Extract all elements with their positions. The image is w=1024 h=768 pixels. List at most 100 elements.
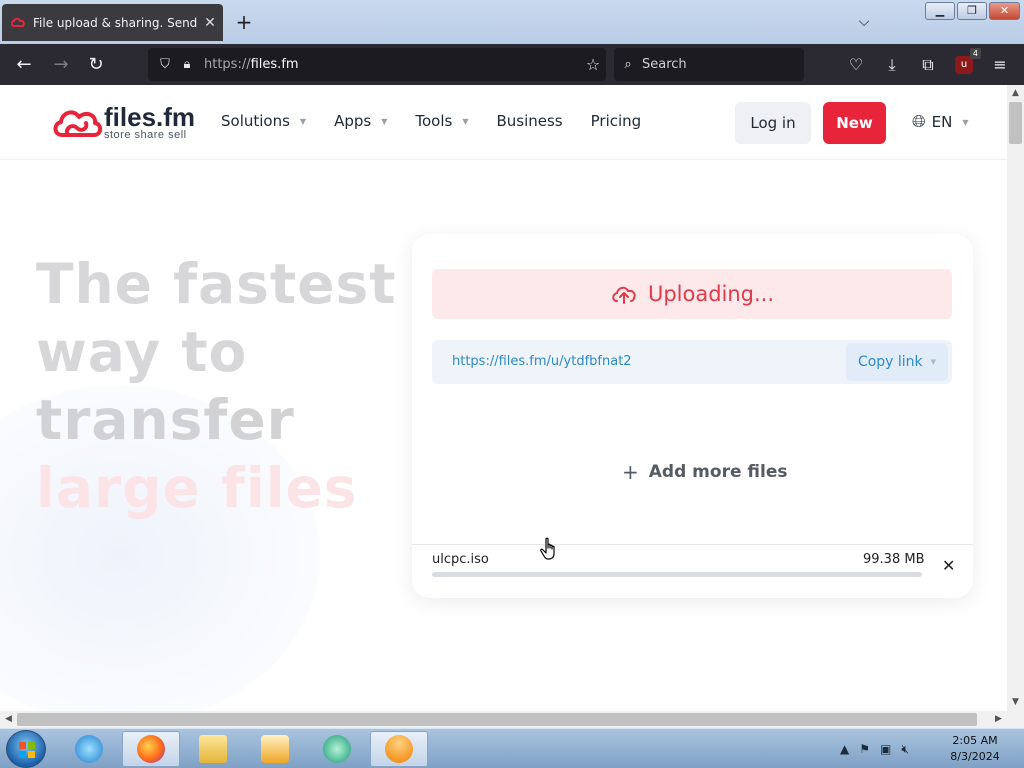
- upload-status-text: Uploading...: [647, 282, 775, 306]
- vertical-scroll-thumb[interactable]: [1009, 102, 1022, 144]
- media-player-icon: [261, 735, 289, 763]
- window-close-button[interactable]: ✕: [989, 2, 1020, 20]
- nav-label: Apps: [334, 112, 372, 130]
- scroll-right-arrow-icon[interactable]: ▶: [990, 711, 1007, 728]
- share-link-row: https://files.fm/u/ytdfbfnat2 Copy link …: [432, 340, 952, 384]
- green-app-icon: [323, 735, 351, 763]
- tab-close-icon[interactable]: ✕: [201, 15, 219, 31]
- page-viewport: files.fm store share sell Solutions ▼ App…: [0, 85, 1007, 711]
- share-link[interactable]: https://files.fm/u/ytdfbfnat2: [452, 354, 632, 369]
- scrollbar-corner: [1007, 711, 1024, 728]
- upload-progress-bar: [432, 572, 922, 577]
- nav-solutions[interactable]: Solutions ▼: [221, 112, 306, 130]
- browser-navigation-bar: ← → ↻ ⛉ 🔒︎ https://files.fm ☆ ⌕ ♡ ⤓ ⧉ u4…: [0, 44, 1024, 85]
- scroll-down-arrow-icon[interactable]: ▼: [1007, 694, 1024, 711]
- language-selector[interactable]: 🌐︎ EN ▼: [912, 112, 968, 132]
- file-list-divider: [412, 544, 973, 545]
- main-navigation: Solutions ▼ Apps ▼ Tools ▼ Business Pricing: [221, 112, 669, 130]
- nav-apps[interactable]: Apps ▼: [334, 112, 387, 130]
- restore-button[interactable]: ❐: [957, 2, 987, 20]
- caret-down-icon: ▼: [930, 358, 937, 366]
- horizontal-scrollbar[interactable]: ◀ ▶: [0, 711, 1007, 728]
- downloads-icon[interactable]: ⤓: [879, 52, 905, 78]
- globe-icon: 🌐︎: [912, 112, 926, 132]
- add-more-files-label: Add more files: [648, 462, 788, 482]
- new-button[interactable]: New: [823, 102, 886, 144]
- language-code: EN: [931, 113, 953, 131]
- volume-muted-icon[interactable]: 🔇︎: [901, 742, 909, 757]
- extensions-icon[interactable]: ⧉: [915, 52, 941, 78]
- plus-icon: +: [622, 460, 639, 484]
- hero-line-2: way to: [36, 320, 248, 384]
- url-text[interactable]: https://files.fm: [204, 57, 580, 72]
- nav-label: Tools: [415, 112, 453, 130]
- nav-tools[interactable]: Tools ▼: [415, 112, 468, 130]
- clock[interactable]: 2:05 AM 8/3/2024: [940, 733, 1010, 765]
- remove-file-close-icon[interactable]: ✕: [942, 556, 955, 575]
- horizontal-scroll-thumb[interactable]: [17, 713, 977, 726]
- caret-down-icon: ▼: [462, 116, 469, 126]
- url-protocol: https://: [204, 57, 251, 72]
- forward-arrow-icon[interactable]: →: [48, 52, 74, 78]
- taskbar-app[interactable]: [308, 731, 366, 767]
- site-header: files.fm store share sell Solutions ▼ App…: [0, 85, 1007, 160]
- browser-tab-strip: File upload & sharing. Send large files …: [0, 0, 1024, 44]
- site-logo[interactable]: files.fm store share sell: [52, 102, 196, 141]
- scroll-up-arrow-icon[interactable]: ▲: [1007, 85, 1024, 102]
- copy-link-button[interactable]: Copy link ▼: [846, 343, 948, 381]
- hero-line-3: transfer: [36, 388, 295, 452]
- show-hidden-icons-icon[interactable]: ▲: [840, 742, 849, 756]
- files-fm-cloud-logo-icon: [53, 110, 103, 137]
- upload-progress-fill: [432, 572, 922, 577]
- windows-logo-icon: [19, 742, 35, 758]
- back-arrow-icon[interactable]: ←: [11, 52, 37, 78]
- list-all-tabs-icon[interactable]: ⌵: [852, 10, 876, 34]
- ublock-badge-count: 4: [969, 48, 981, 59]
- hamburger-menu-icon[interactable]: ≡: [987, 52, 1013, 78]
- browser-tab-active[interactable]: File upload & sharing. Send large files …: [2, 4, 223, 41]
- address-bar[interactable]: ⛉ 🔒︎ https://files.fm ☆: [148, 48, 606, 81]
- firefox-icon: [137, 735, 165, 763]
- start-button[interactable]: [6, 730, 46, 768]
- search-icon: ⌕: [624, 57, 632, 72]
- window-controls: ▁ ❐ ✕: [925, 2, 1020, 20]
- nav-label: Pricing: [590, 112, 642, 130]
- taskbar-media-player[interactable]: [246, 731, 304, 767]
- pocket-icon[interactable]: ♡: [843, 52, 869, 78]
- hero-heading: The fastest way to transfer large files: [36, 250, 397, 522]
- clock-time: 2:05 AM: [952, 734, 998, 747]
- taskbar-internet-explorer[interactable]: [60, 731, 118, 767]
- logo-name: files.fm: [104, 102, 196, 132]
- reload-icon[interactable]: ↻: [83, 52, 109, 78]
- action-center-flag-icon[interactable]: ⚑: [859, 742, 870, 756]
- upload-status-banner: Uploading...: [432, 269, 952, 319]
- windows-taskbar: ▲ ⚑ ▣ 🔇︎ 2:05 AM 8/3/2024: [0, 728, 1024, 768]
- bookmark-star-icon[interactable]: ☆: [580, 55, 606, 74]
- shield-icon[interactable]: ⛉: [154, 57, 176, 72]
- caret-down-icon: ▼: [381, 116, 388, 126]
- add-more-files-button[interactable]: + Add more files: [622, 460, 787, 484]
- network-icon[interactable]: ▣: [880, 742, 891, 756]
- taskbar-vlc[interactable]: [370, 731, 428, 767]
- url-host: files.fm: [250, 57, 299, 72]
- log-in-button[interactable]: Log in: [735, 102, 811, 144]
- ublock-extension-button[interactable]: u4: [951, 48, 981, 78]
- search-box[interactable]: ⌕: [614, 48, 804, 81]
- internet-explorer-icon: [75, 735, 103, 763]
- nav-business[interactable]: Business: [496, 112, 562, 130]
- hero-line-1: The fastest: [36, 252, 397, 316]
- taskbar-firefox[interactable]: [122, 731, 180, 767]
- orange-app-icon: [385, 735, 413, 763]
- search-input[interactable]: [642, 57, 792, 72]
- minimize-button[interactable]: ▁: [925, 2, 955, 20]
- new-tab-button[interactable]: +: [232, 10, 256, 34]
- vertical-scrollbar[interactable]: ▲ ▼: [1007, 85, 1024, 711]
- tab-title: File upload & sharing. Send large files: [33, 15, 201, 30]
- nav-pricing[interactable]: Pricing: [591, 112, 642, 130]
- file-name: ulcpc.iso: [432, 552, 489, 567]
- clock-date: 8/3/2024: [950, 750, 1000, 763]
- scroll-left-arrow-icon[interactable]: ◀: [0, 711, 17, 728]
- taskbar-file-explorer[interactable]: [184, 731, 242, 767]
- lock-icon[interactable]: 🔒︎: [176, 57, 198, 72]
- cloud-upload-icon: [612, 286, 636, 304]
